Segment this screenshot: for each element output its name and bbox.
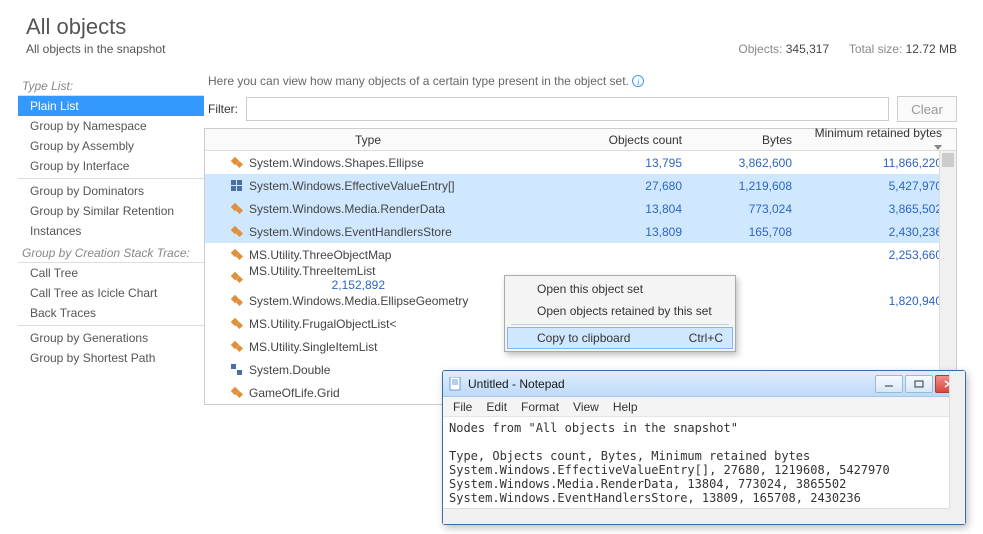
filter-label: Filter: bbox=[208, 102, 238, 116]
type-icon bbox=[231, 203, 243, 215]
sidebar-item-group-interface[interactable]: Group by Interface bbox=[18, 156, 204, 176]
type-icon bbox=[231, 157, 243, 169]
menu-edit[interactable]: Edit bbox=[486, 400, 507, 414]
type-name: MS.Utility.SingleItemList bbox=[249, 340, 377, 354]
menu-help[interactable]: Help bbox=[613, 400, 638, 414]
col-count[interactable]: Objects count bbox=[586, 133, 696, 147]
cell-retained: 2,430,236 bbox=[806, 225, 956, 239]
type-name: MS.Utility.ThreeItemList2,152,892 bbox=[249, 264, 399, 292]
type-name: System.Windows.EventHandlersStore bbox=[249, 225, 452, 239]
table-header[interactable]: Type Objects count Bytes Minimum retaine… bbox=[205, 129, 956, 151]
content: Here you can view how many objects of a … bbox=[204, 62, 957, 405]
sidebar-item-plain-list[interactable]: Plain List bbox=[18, 96, 204, 116]
type-name: MS.Utility.ThreeObjectMap bbox=[249, 248, 391, 262]
sidebar-item-back-traces[interactable]: Back Traces bbox=[18, 303, 204, 323]
menu-view[interactable]: View bbox=[573, 400, 599, 414]
cell-count: 13,804 bbox=[586, 202, 696, 216]
notepad-title-text: Untitled - Notepad bbox=[468, 377, 565, 391]
type-icon bbox=[231, 295, 243, 307]
cell-bytes: 773,024 bbox=[696, 202, 806, 216]
notepad-editor[interactable]: Nodes from "All objects in the snapshot"… bbox=[443, 417, 965, 521]
type-icon bbox=[231, 318, 243, 330]
type-icon bbox=[231, 341, 243, 353]
cell-bytes: 165,708 bbox=[696, 225, 806, 239]
type-table: Type Objects count Bytes Minimum retaine… bbox=[204, 128, 957, 405]
cell-bytes: 1,219,608 bbox=[696, 179, 806, 193]
cell-retained: 2,253,660 bbox=[806, 248, 956, 262]
type-name: System.Windows.Media.RenderData bbox=[249, 202, 445, 216]
sidebar-item-call-tree[interactable]: Call Tree bbox=[18, 263, 204, 283]
sidebar-item-group-dominators[interactable]: Group by Dominators bbox=[18, 181, 204, 201]
cell-bytes: 3,862,600 bbox=[696, 156, 806, 170]
notepad-window[interactable]: Untitled - Notepad File Edit Format View… bbox=[442, 370, 966, 525]
maximize-button[interactable] bbox=[905, 375, 933, 393]
type-icon bbox=[231, 364, 243, 376]
scrollbar[interactable] bbox=[939, 151, 956, 404]
col-bytes[interactable]: Bytes bbox=[696, 133, 806, 147]
ctx-open-retained[interactable]: Open objects retained by this set bbox=[507, 300, 733, 322]
cell-retained: 3,865,502 bbox=[806, 202, 956, 216]
context-menu: Open this object set Open objects retain… bbox=[504, 275, 736, 352]
type-name: System.Double bbox=[249, 363, 330, 377]
sidebar-section-stack: Group by Creation Stack Trace: bbox=[18, 243, 204, 263]
cell-count: 27,680 bbox=[586, 179, 696, 193]
col-type[interactable]: Type bbox=[205, 133, 586, 147]
sidebar-item-instances[interactable]: Instances bbox=[18, 221, 204, 241]
menu-format[interactable]: Format bbox=[521, 400, 559, 414]
table-row[interactable]: System.Windows.EffectiveValueEntry[] 27,6… bbox=[205, 174, 956, 197]
notepad-menu: File Edit Format View Help bbox=[443, 397, 965, 417]
filter-input[interactable] bbox=[246, 97, 889, 121]
col-min-retained[interactable]: Minimum retained bytes bbox=[806, 126, 956, 154]
cell-retained: 2,152,892 bbox=[249, 278, 399, 292]
content-hint: Here you can view how many objects of a … bbox=[204, 74, 957, 96]
menu-file[interactable]: File bbox=[453, 400, 472, 414]
page-subtitle: All objects in the snapshot bbox=[26, 42, 165, 56]
type-name: GameOfLife.Grid bbox=[249, 386, 340, 400]
minimize-button[interactable] bbox=[875, 375, 903, 393]
page-title: All objects bbox=[26, 14, 957, 40]
type-name: System.Windows.Shapes.Ellipse bbox=[249, 156, 424, 170]
cell-count: 13,795 bbox=[586, 156, 696, 170]
type-icon bbox=[231, 226, 243, 238]
table-row[interactable]: System.Windows.Media.RenderData 13,804773… bbox=[205, 197, 956, 220]
sidebar-section-typelist: Type List: bbox=[18, 76, 204, 96]
cell-retained: 1,820,940 bbox=[806, 294, 956, 308]
sidebar: Type List: Plain List Group by Namespace… bbox=[18, 62, 204, 405]
cell-count: 13,809 bbox=[586, 225, 696, 239]
header: All objects All objects in the snapshot … bbox=[0, 0, 983, 62]
cell-retained: 5,427,970 bbox=[806, 179, 956, 193]
ctx-copy[interactable]: Copy to clipboardCtrl+C bbox=[507, 327, 733, 349]
type-icon bbox=[231, 387, 243, 399]
info-icon[interactable]: i bbox=[632, 75, 644, 87]
sidebar-item-icicle[interactable]: Call Tree as Icicle Chart bbox=[18, 283, 204, 303]
type-name: System.Windows.Media.EllipseGeometry bbox=[249, 294, 468, 308]
notepad-titlebar[interactable]: Untitled - Notepad bbox=[443, 371, 965, 397]
type-icon bbox=[231, 272, 243, 284]
type-icon bbox=[231, 180, 243, 192]
type-name: System.Windows.EffectiveValueEntry[] bbox=[249, 179, 455, 193]
cell-retained: 11,866,220 bbox=[806, 156, 956, 170]
notepad-vscroll[interactable] bbox=[949, 371, 965, 508]
type-name: MS.Utility.FrugalObjectList< bbox=[249, 317, 397, 331]
table-row[interactable]: System.Windows.EventHandlersStore 13,8091… bbox=[205, 220, 956, 243]
type-icon bbox=[231, 249, 243, 261]
notepad-icon bbox=[449, 377, 463, 391]
sidebar-item-shortest-path[interactable]: Group by Shortest Path bbox=[18, 348, 204, 368]
table-row[interactable]: System.Windows.Shapes.Ellipse 13,7953,862… bbox=[205, 151, 956, 174]
clear-button[interactable]: Clear bbox=[897, 96, 957, 122]
ctx-open-set[interactable]: Open this object set bbox=[507, 278, 733, 300]
sidebar-item-group-retention[interactable]: Group by Similar Retention bbox=[18, 201, 204, 221]
sidebar-item-group-generations[interactable]: Group by Generations bbox=[18, 328, 204, 348]
notepad-hscroll[interactable] bbox=[443, 508, 949, 524]
header-stats: Objects: 345,317 Total size: 12.72 MB bbox=[738, 42, 957, 56]
sidebar-item-group-namespace[interactable]: Group by Namespace bbox=[18, 116, 204, 136]
sidebar-item-group-assembly[interactable]: Group by Assembly bbox=[18, 136, 204, 156]
